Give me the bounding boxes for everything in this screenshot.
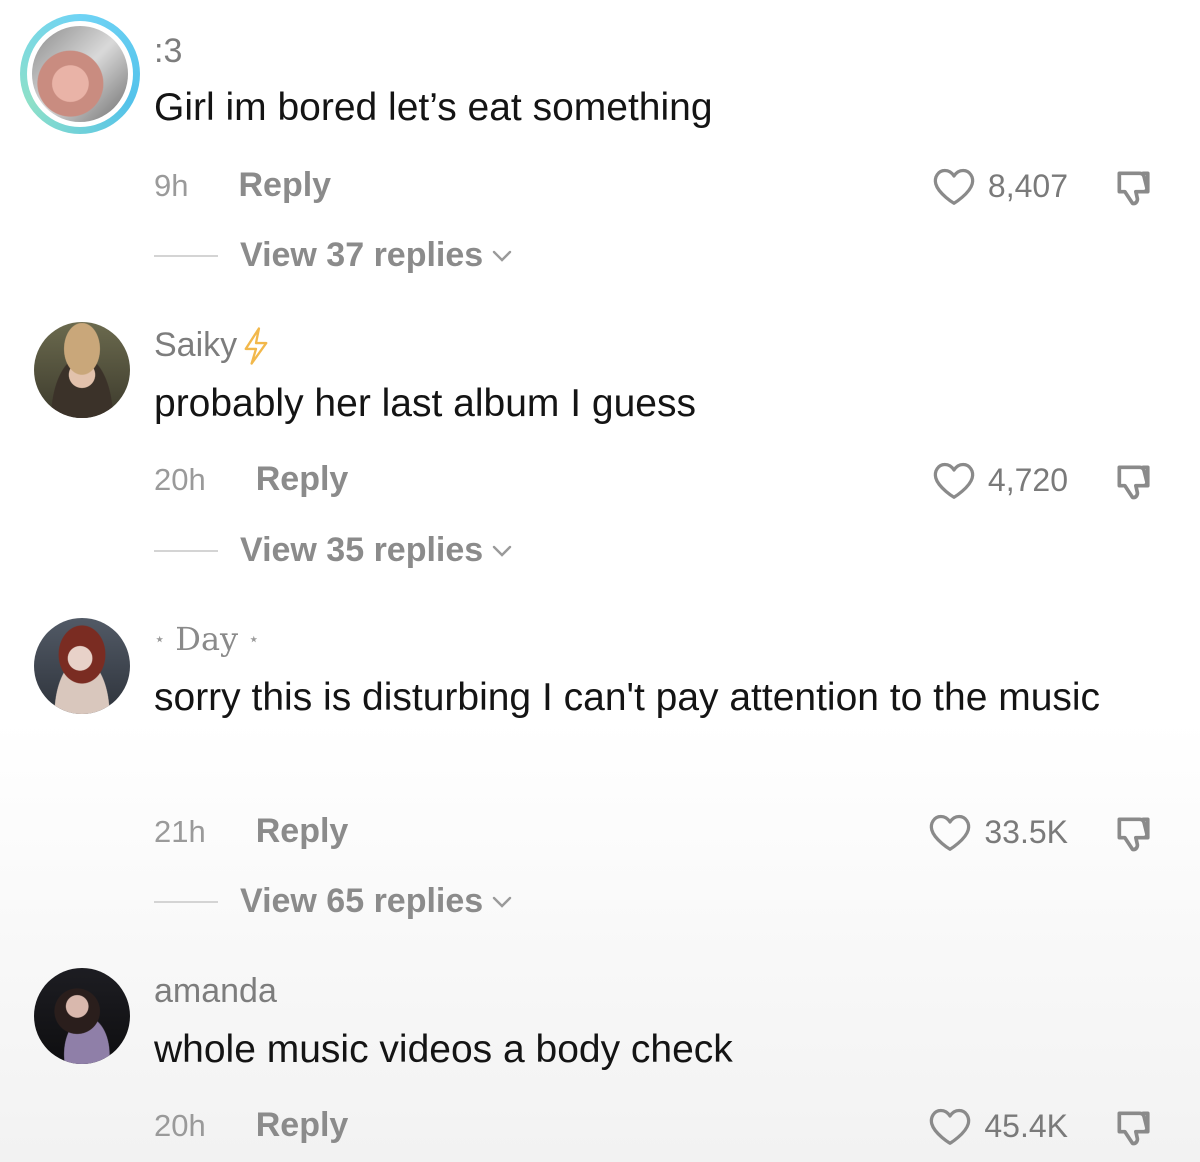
comment-meta: 21h Reply <box>154 812 348 851</box>
avatar[interactable] <box>20 14 140 134</box>
like-button[interactable]: 45.4K <box>928 1106 1068 1146</box>
view-replies-label: View 35 replies <box>240 531 484 569</box>
comment-meta: 9h Reply <box>154 166 331 205</box>
divider <box>154 254 218 257</box>
comment-text: sorry this is disturbing I can't pay att… <box>154 676 1101 719</box>
divider <box>154 549 218 552</box>
comment-text: whole music videos a body check <box>154 1028 733 1071</box>
comment-meta: 20h Reply <box>154 460 348 499</box>
comment-time: 21h <box>154 813 206 849</box>
like-button[interactable]: 33.5K <box>928 812 1068 852</box>
lightning-icon <box>244 326 268 365</box>
comment-text: Girl im bored let’s eat something <box>154 86 713 129</box>
avatar[interactable] <box>34 618 130 714</box>
comment-text: probably her last album I guess <box>154 382 696 425</box>
comment-username[interactable]: :3 <box>154 32 182 71</box>
thumbs-down-icon <box>1117 1111 1150 1146</box>
view-replies-button[interactable]: View 35 replies <box>154 531 513 570</box>
avatar[interactable] <box>34 322 130 418</box>
view-replies-button[interactable]: View 37 replies <box>154 236 513 275</box>
thumbs-down-icon <box>1117 171 1150 206</box>
thumbs-down-icon <box>1117 465 1150 500</box>
heart-icon <box>930 1108 971 1145</box>
sparkle-icon: ⋆ <box>154 628 166 650</box>
like-button[interactable]: 4,720 <box>932 460 1068 500</box>
username-label: Saiky <box>154 326 238 364</box>
comment-time: 20h <box>154 461 206 497</box>
comment-username[interactable]: Saiky <box>154 326 271 365</box>
like-count: 45.4K <box>984 1107 1068 1144</box>
reply-button[interactable]: Reply <box>256 812 349 851</box>
dislike-button[interactable] <box>1112 460 1156 509</box>
sparkle-icon: ⋆ <box>248 628 260 650</box>
dislike-button[interactable] <box>1112 812 1156 861</box>
view-replies-label: View 65 replies <box>240 882 484 920</box>
chevron-down-icon <box>493 250 512 262</box>
like-count: 8,407 <box>987 167 1068 204</box>
username-label: Day <box>175 620 239 658</box>
like-count: 4,720 <box>987 461 1068 498</box>
view-replies-button[interactable]: View 65 replies <box>154 882 513 921</box>
dislike-button[interactable] <box>1112 1106 1156 1155</box>
thumbs-down-icon <box>1117 817 1150 852</box>
reply-button[interactable]: Reply <box>238 166 331 205</box>
like-button[interactable]: 8,407 <box>932 166 1068 206</box>
comment-username[interactable]: amanda <box>154 972 277 1011</box>
comment-time: 9h <box>154 167 189 203</box>
chevron-down-icon <box>493 896 512 908</box>
heart-icon <box>933 462 975 499</box>
reply-button[interactable]: Reply <box>256 1106 349 1145</box>
like-count: 33.5K <box>984 813 1068 850</box>
divider <box>154 900 218 903</box>
heart-icon <box>930 814 971 851</box>
comment-time: 20h <box>154 1107 206 1143</box>
avatar[interactable] <box>34 968 130 1064</box>
heart-icon <box>933 168 975 205</box>
comment-username[interactable]: ⋆ Day ⋆ <box>154 620 269 658</box>
view-replies-label: View 37 replies <box>240 236 484 274</box>
chevron-down-icon <box>493 545 512 557</box>
comment-meta: 20h Reply <box>154 1106 348 1145</box>
dislike-button[interactable] <box>1112 166 1156 215</box>
reply-button[interactable]: Reply <box>256 460 349 499</box>
